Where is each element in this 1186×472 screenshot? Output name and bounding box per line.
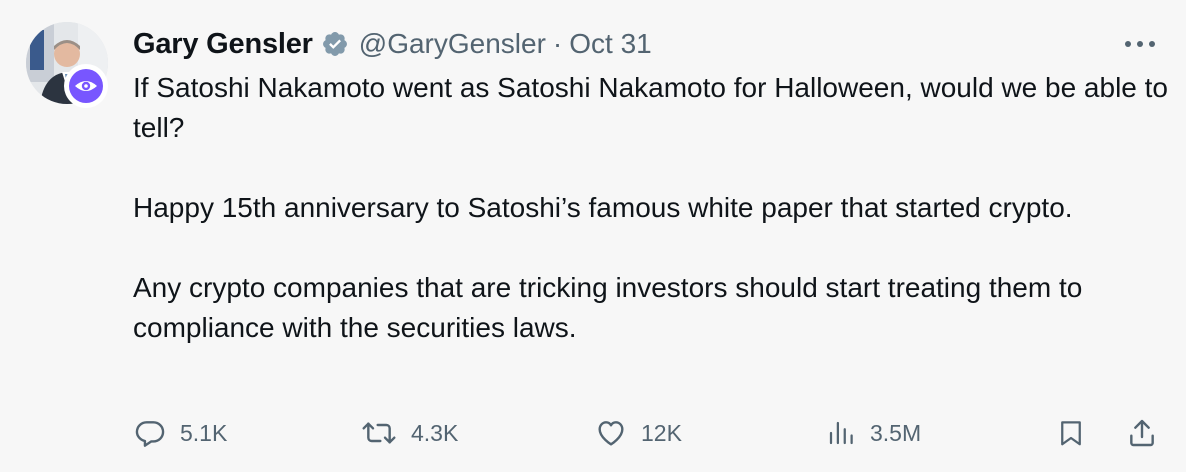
tweet-card: Gary Gensler @GaryGensler · Oct 31 If Sa… — [0, 0, 1186, 472]
tweet-date[interactable]: Oct 31 — [569, 28, 651, 60]
share-icon — [1126, 416, 1158, 450]
tweet-paragraph-2: Happy 15th anniversary to Satoshi’s famo… — [133, 192, 1073, 223]
views-button[interactable]: 3.5M — [826, 412, 921, 454]
action-bar: 5.1K 4.3K 12K 3.5M — [0, 412, 1186, 454]
tweet-paragraph-3: Any crypto companies that are tricking i… — [133, 272, 1083, 343]
views-chart-icon — [826, 417, 856, 449]
author-name[interactable]: Gary Gensler — [133, 28, 313, 61]
like-count: 12K — [641, 419, 682, 446]
account-badge — [64, 64, 108, 108]
reply-button[interactable]: 5.1K — [134, 412, 227, 454]
heart-icon — [595, 417, 627, 449]
author-avatar-container[interactable] — [26, 22, 110, 108]
repost-button[interactable]: 4.3K — [361, 412, 458, 454]
view-count: 3.5M — [870, 419, 922, 446]
share-button[interactable] — [1126, 412, 1158, 454]
eye-icon — [69, 69, 103, 103]
bookmark-button[interactable] — [1056, 412, 1086, 454]
more-options-icon[interactable] — [1120, 30, 1160, 58]
like-button[interactable]: 12K — [595, 412, 682, 454]
reply-icon — [134, 417, 166, 449]
reply-count: 5.1K — [180, 419, 228, 446]
author-handle[interactable]: @GaryGensler — [359, 28, 546, 60]
tweet-text: If Satoshi Nakamoto went as Satoshi Naka… — [133, 68, 1173, 348]
repost-icon — [361, 417, 397, 449]
repost-count: 4.3K — [411, 419, 459, 446]
tweet-paragraph-1: If Satoshi Nakamoto went as Satoshi Naka… — [133, 72, 1169, 143]
tweet-header: Gary Gensler @GaryGensler · Oct 31 — [133, 24, 652, 64]
verified-check-icon[interactable] — [321, 30, 349, 58]
bookmark-icon — [1056, 416, 1086, 450]
header-separator: · — [552, 28, 563, 59]
